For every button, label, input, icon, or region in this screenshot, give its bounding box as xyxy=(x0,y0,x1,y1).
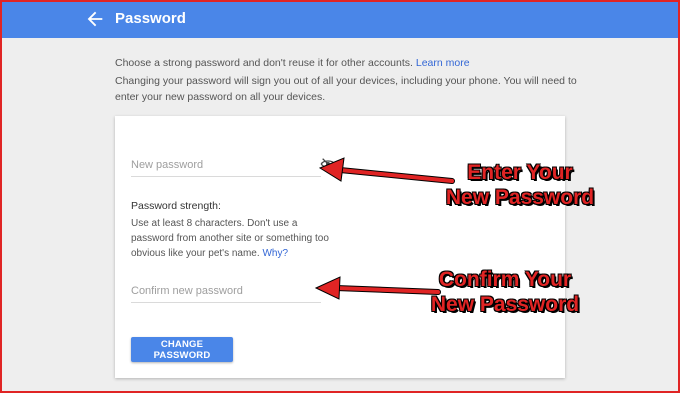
strength-help-text: Use at least 8 characters. Don't use a p… xyxy=(131,218,329,259)
callout-2-line-1: Confirm Your xyxy=(438,268,572,291)
password-card: Password strength: Use at least 8 charac… xyxy=(115,116,565,378)
eye-off-icon[interactable] xyxy=(320,157,336,171)
callout-enter-password: Enter Your New Password xyxy=(430,160,610,210)
password-strength-help: Use at least 8 characters. Don't use a p… xyxy=(131,216,341,261)
why-link[interactable]: Why? xyxy=(262,248,288,259)
new-password-input[interactable] xyxy=(131,154,321,177)
back-arrow-icon[interactable] xyxy=(84,8,106,30)
intro-line-1: Choose a strong password and don't reuse… xyxy=(115,55,595,71)
change-password-button[interactable]: CHANGE PASSWORD xyxy=(131,337,233,362)
intro-text: Choose a strong password and don't reuse… xyxy=(115,55,595,107)
callout-1-line-1: Enter Your xyxy=(467,161,573,184)
password-strength-label: Password strength: xyxy=(131,200,221,212)
intro-line-2: Changing your password will sign you out… xyxy=(115,75,577,103)
app-bar: Password xyxy=(0,0,680,38)
callout-confirm-password: Confirm Your New Password xyxy=(420,267,590,317)
page-title: Password xyxy=(115,10,186,27)
learn-more-link[interactable]: Learn more xyxy=(416,57,470,69)
confirm-password-input[interactable] xyxy=(131,280,321,303)
intro-sentence: Choose a strong password and don't reuse… xyxy=(115,57,413,69)
callout-2-line-2: New Password xyxy=(430,293,580,316)
callout-1-line-2: New Password xyxy=(445,186,595,209)
